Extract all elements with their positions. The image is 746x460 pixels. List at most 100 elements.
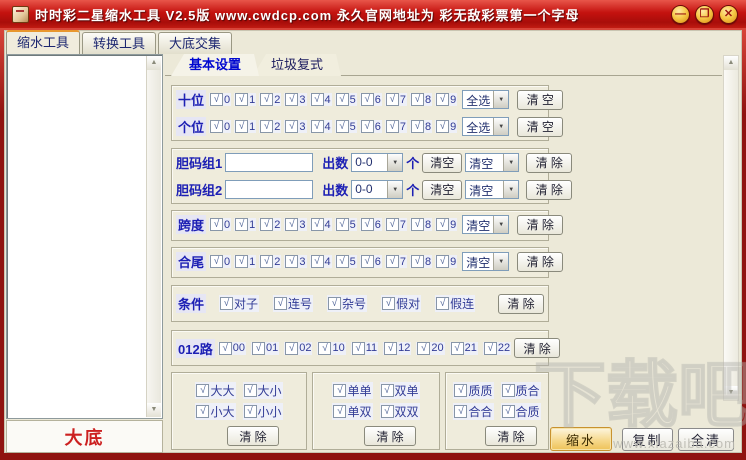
digit-checkbox[interactable]: √ 6	[360, 120, 382, 133]
parity-checkbox[interactable]: √ 单单	[332, 382, 372, 399]
title-bar[interactable]: 时时彩二星缩水工具 V2.5版 www.cwdcp.com 永久官网地址为 彩无…	[0, 0, 746, 28]
dan-group1-remove-button[interactable]: 清 除	[526, 153, 572, 173]
digit-checkbox[interactable]: √ 3	[284, 218, 306, 231]
size-checkbox[interactable]: √ 小小	[243, 403, 283, 420]
route-checkbox[interactable]: √ 12	[383, 342, 411, 355]
sum-tail-select[interactable]: 清空 ▼	[462, 252, 509, 271]
digit-checkbox[interactable]: √ 5	[335, 93, 357, 106]
tab-junk-composite[interactable]: 垃圾复式	[253, 54, 341, 76]
tab-convert-tool[interactable]: 转换工具	[82, 32, 156, 54]
scroll-up-icon[interactable]: ▲	[147, 56, 161, 70]
digit-checkbox[interactable]: √ 0	[209, 93, 231, 106]
tab-shrink-tool[interactable]: 缩水工具	[6, 30, 80, 54]
digit-checkbox[interactable]: √ 3	[284, 120, 306, 133]
sum-tail-remove-button[interactable]: 清 除	[517, 252, 563, 272]
digit-checkbox[interactable]: √ 1	[234, 120, 256, 133]
digit-checkbox[interactable]: √ 6	[360, 255, 382, 268]
digit-checkbox[interactable]: √ 8	[410, 93, 432, 106]
route-checkbox[interactable]: √ 20	[416, 342, 444, 355]
settings-scrollbar[interactable]: ▲ ▼	[723, 55, 739, 401]
result-listbox[interactable]: ▲ ▼	[6, 54, 163, 419]
digit-checkbox[interactable]: √ 9	[435, 218, 457, 231]
digit-checkbox[interactable]: √ 1	[234, 93, 256, 106]
parity-checkbox[interactable]: √ 单双	[332, 403, 372, 420]
size-checkbox[interactable]: √ 大大	[195, 382, 235, 399]
route-checkbox[interactable]: √ 22	[483, 342, 511, 355]
dropdown-arrow-icon[interactable]: ▼	[503, 181, 518, 198]
digit-checkbox[interactable]: √ 0	[209, 218, 231, 231]
shrink-button[interactable]: 缩水	[550, 427, 612, 451]
condition-checkbox[interactable]: √ 连号	[273, 295, 313, 312]
size-checkbox[interactable]: √ 大小	[243, 382, 283, 399]
route-checkbox[interactable]: √ 10	[317, 342, 345, 355]
dan-group2-clear-button[interactable]: 清空	[422, 180, 462, 200]
parity-checkbox[interactable]: √ 双双	[380, 403, 420, 420]
prime-checkbox[interactable]: √ 质合	[501, 382, 541, 399]
tens-select[interactable]: 全选 ▼	[462, 90, 509, 109]
digit-checkbox[interactable]: √ 3	[284, 93, 306, 106]
digit-checkbox[interactable]: √ 7	[385, 255, 407, 268]
digit-checkbox[interactable]: √ 9	[435, 93, 457, 106]
dan-group2-clear-select[interactable]: 清空 ▼	[465, 180, 519, 199]
route-checkbox[interactable]: √ 00	[218, 342, 246, 355]
digit-checkbox[interactable]: √ 5	[335, 255, 357, 268]
scroll-down-icon[interactable]: ▼	[724, 386, 738, 400]
digit-checkbox[interactable]: √ 9	[435, 255, 457, 268]
scroll-down-icon[interactable]: ▼	[147, 403, 161, 417]
dropdown-arrow-icon[interactable]: ▼	[493, 91, 508, 108]
prime-remove-button[interactable]: 清 除	[485, 426, 537, 446]
digit-checkbox[interactable]: √ 7	[385, 93, 407, 106]
dan-group1-input[interactable]	[225, 153, 313, 172]
route-checkbox[interactable]: √ 02	[284, 342, 312, 355]
span-select[interactable]: 清空 ▼	[462, 215, 509, 234]
prime-checkbox[interactable]: √ 合质	[501, 403, 541, 420]
digit-checkbox[interactable]: √ 2	[259, 93, 281, 106]
condition-checkbox[interactable]: √ 杂号	[327, 295, 367, 312]
maximize-icon[interactable]: ❐	[695, 5, 714, 24]
digit-checkbox[interactable]: √ 2	[259, 255, 281, 268]
digit-checkbox[interactable]: √ 5	[335, 120, 357, 133]
units-clear-button[interactable]: 清 空	[517, 117, 563, 137]
digit-checkbox[interactable]: √ 6	[360, 218, 382, 231]
route-checkbox[interactable]: √ 21	[450, 342, 478, 355]
route012-remove-button[interactable]: 清 除	[514, 338, 560, 358]
condition-checkbox[interactable]: √ 假连	[435, 295, 475, 312]
tens-clear-button[interactable]: 清 空	[517, 90, 563, 110]
dan-group2-input[interactable]	[225, 180, 313, 199]
dan-group2-remove-button[interactable]: 清 除	[526, 180, 572, 200]
digit-checkbox[interactable]: √ 7	[385, 120, 407, 133]
digit-checkbox[interactable]: √ 8	[410, 120, 432, 133]
tab-dadi-intersect[interactable]: 大底交集	[158, 32, 232, 54]
close-icon[interactable]: ✕	[719, 5, 738, 24]
route-checkbox[interactable]: √ 01	[251, 342, 279, 355]
route-checkbox[interactable]: √ 11	[351, 342, 378, 355]
digit-checkbox[interactable]: √ 4	[310, 120, 332, 133]
dropdown-arrow-icon[interactable]: ▼	[503, 154, 518, 171]
clear-all-button[interactable]: 全清	[678, 428, 734, 451]
condition-checkbox[interactable]: √ 对子	[219, 295, 259, 312]
digit-checkbox[interactable]: √ 0	[209, 255, 231, 268]
minimize-icon[interactable]: —	[671, 5, 690, 24]
condition-remove-button[interactable]: 清 除	[498, 294, 544, 314]
parity-remove-button[interactable]: 清 除	[364, 426, 416, 446]
dropdown-arrow-icon[interactable]: ▼	[493, 216, 508, 233]
dan-group1-count-select[interactable]: 0-0 ▼	[351, 153, 403, 172]
listbox-scrollbar[interactable]: ▲ ▼	[146, 56, 161, 417]
digit-checkbox[interactable]: √ 6	[360, 93, 382, 106]
size-remove-button[interactable]: 清 除	[227, 426, 279, 446]
digit-checkbox[interactable]: √ 7	[385, 218, 407, 231]
dan-group1-clear-button[interactable]: 清空	[422, 153, 462, 173]
digit-checkbox[interactable]: √ 5	[335, 218, 357, 231]
parity-checkbox[interactable]: √ 双单	[380, 382, 420, 399]
digit-checkbox[interactable]: √ 2	[259, 218, 281, 231]
digit-checkbox[interactable]: √ 4	[310, 93, 332, 106]
digit-checkbox[interactable]: √ 2	[259, 120, 281, 133]
dropdown-arrow-icon[interactable]: ▼	[387, 154, 402, 171]
digit-checkbox[interactable]: √ 4	[310, 218, 332, 231]
condition-checkbox[interactable]: √ 假对	[381, 295, 421, 312]
digit-checkbox[interactable]: √ 1	[234, 255, 256, 268]
dropdown-arrow-icon[interactable]: ▼	[493, 253, 508, 270]
span-remove-button[interactable]: 清 除	[517, 215, 563, 235]
copy-button[interactable]: 复制	[622, 428, 673, 451]
prime-checkbox[interactable]: √ 合合	[453, 403, 493, 420]
